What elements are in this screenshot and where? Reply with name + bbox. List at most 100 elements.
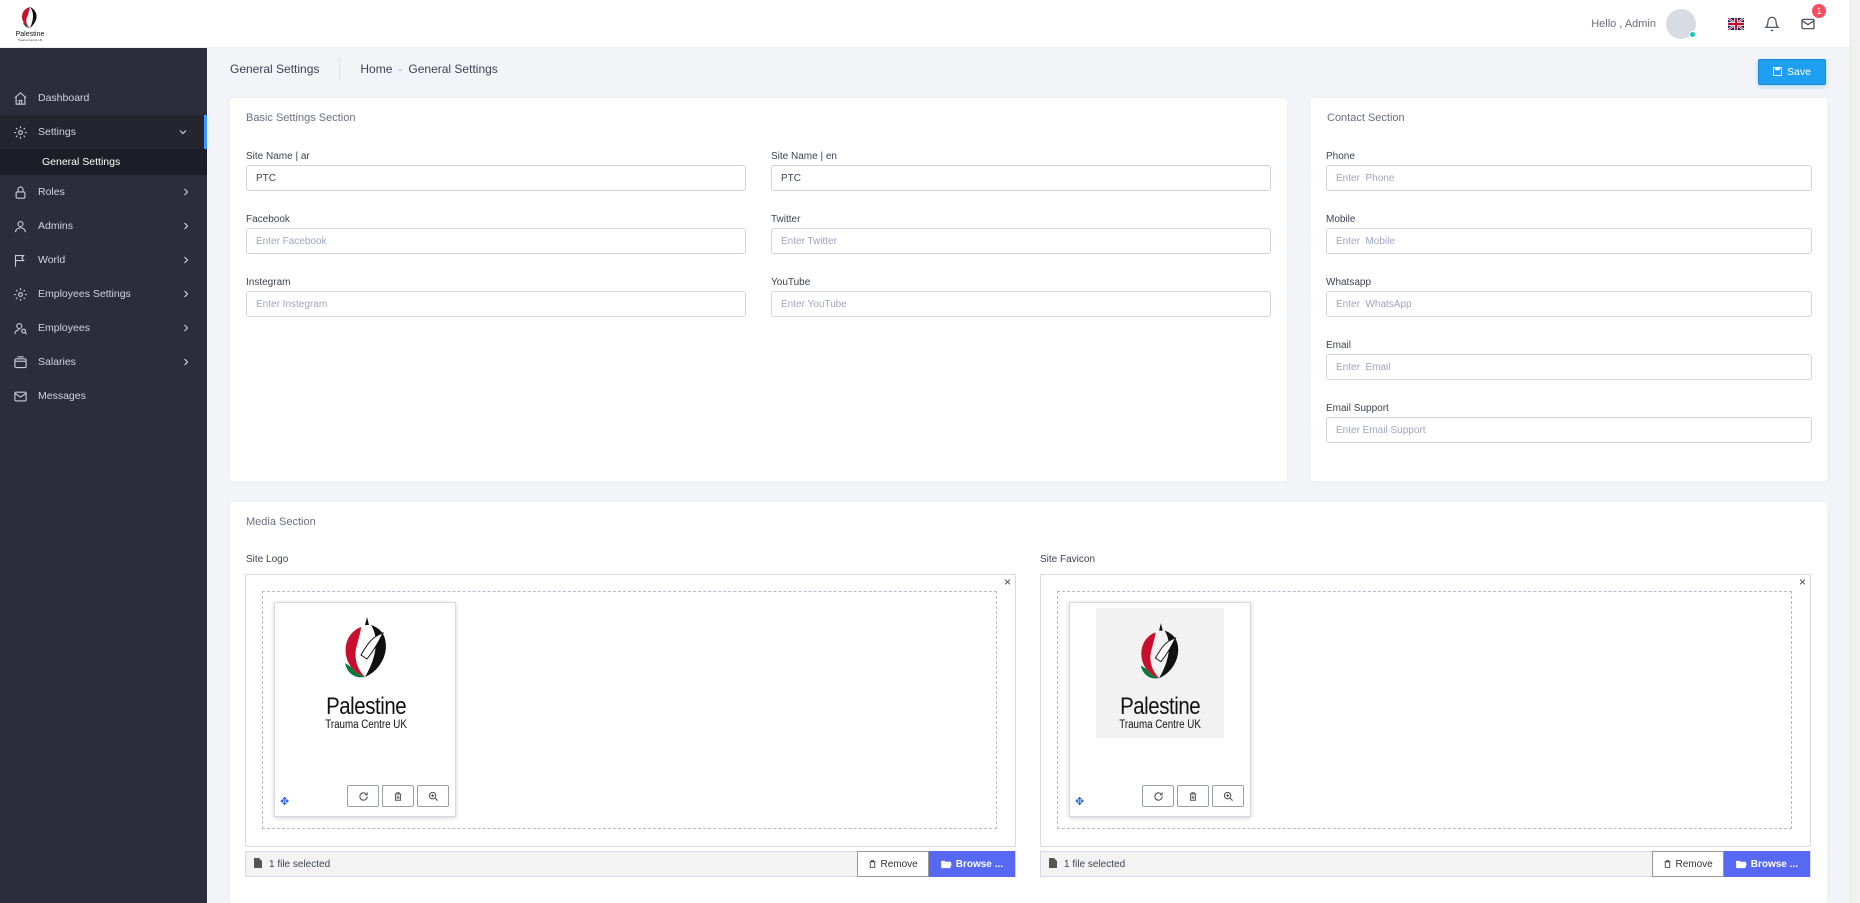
breadcrumb-home[interactable]: Home <box>360 62 392 76</box>
phone-input[interactable] <box>1326 165 1812 191</box>
site-favicon-thumbnail: Palestine Trauma Centre UK ✥ <box>1069 602 1251 817</box>
page-title: General Settings <box>230 58 341 80</box>
avatar[interactable] <box>1666 9 1696 39</box>
breadcrumb: Home - General Settings <box>360 62 497 76</box>
site-favicon-file-caption: 1 file selected <box>1041 857 1652 871</box>
instagram-group: Instegram <box>246 277 746 317</box>
remove-label: Remove <box>1675 858 1713 870</box>
whatsapp-label: Whatsapp <box>1326 277 1372 288</box>
envelope-icon <box>13 388 29 404</box>
media-card: Media Section Site Logo × Palestine Trau… <box>230 502 1827 903</box>
sidebar-item-settings[interactable]: Settings <box>0 115 207 149</box>
envelope-icon <box>1801 18 1815 30</box>
thumbnail-tools <box>1142 785 1247 807</box>
trash-icon <box>394 791 402 801</box>
site-logo-close-icon[interactable]: × <box>1004 575 1011 589</box>
youtube-group: YouTube <box>771 277 1271 317</box>
rotate-icon <box>358 791 368 801</box>
twitter-input[interactable] <box>771 228 1271 254</box>
browse-label: Browse ... <box>1750 858 1798 870</box>
site-name-ar-input[interactable] <box>246 165 746 191</box>
site-name-ar-group: Site Name | ar <box>246 151 746 191</box>
site-favicon-remove-button[interactable]: Remove <box>1651 851 1724 877</box>
greeting-text: Hello , Admin <box>1591 18 1656 30</box>
site-favicon-caption-text: 1 file selected <box>1064 858 1126 870</box>
mobile-label: Mobile <box>1326 214 1356 225</box>
email-support-label: Email Support <box>1326 403 1389 414</box>
sidebar-item-dashboard[interactable]: Dashboard <box>0 81 207 115</box>
site-name-en-input[interactable] <box>771 165 1271 191</box>
facebook-input[interactable] <box>246 228 746 254</box>
file-icon <box>254 857 262 871</box>
logo-brand-name: Palestine <box>325 693 407 720</box>
facebook-label: Facebook <box>246 214 290 225</box>
site-name-en-label: Site Name | en <box>771 151 837 162</box>
sidebar-item-label: Roles <box>38 186 65 198</box>
sidebar-item-employees-settings[interactable]: Employees Settings <box>0 277 207 311</box>
vertical-scrollbar[interactable] <box>1850 0 1860 903</box>
whatsapp-input[interactable] <box>1326 291 1812 317</box>
delete-button[interactable] <box>382 785 414 807</box>
zoom-button[interactable] <box>417 785 449 807</box>
site-logo-browse-button[interactable]: Browse ... <box>928 851 1015 877</box>
site-logo-thumbnail: Palestine Trauma Centre UK ✥ <box>274 602 456 817</box>
sidebar-item-employees[interactable]: Employees <box>0 311 207 345</box>
chevron-down-icon <box>179 130 187 135</box>
zoom-button[interactable] <box>1212 785 1244 807</box>
sidebar-item-label: Employees Settings <box>38 288 131 300</box>
dove-emblem-icon <box>1140 623 1179 679</box>
youtube-label: YouTube <box>771 277 811 288</box>
rotate-icon <box>1153 791 1163 801</box>
instagram-label: Instegram <box>246 277 291 288</box>
sidebar-item-label: Salaries <box>38 356 76 368</box>
youtube-input[interactable] <box>771 291 1271 317</box>
email-group: Email <box>1326 340 1812 380</box>
sidebar-subitem-general-settings[interactable]: General Settings <box>0 149 207 175</box>
trash-icon <box>1664 860 1670 868</box>
sidebar-item-salaries[interactable]: Salaries <box>0 345 207 379</box>
mobile-group: Mobile <box>1326 214 1812 254</box>
save-button[interactable]: Save <box>1758 59 1826 85</box>
language-flag-button[interactable] <box>1718 0 1754 48</box>
chevron-right-icon <box>184 222 189 230</box>
sidebar-item-label: Admins <box>38 220 74 232</box>
sidebar-item-roles[interactable]: Roles <box>0 175 207 209</box>
trash-icon <box>1189 791 1197 801</box>
sidebar-item-world[interactable]: World <box>0 243 207 277</box>
breadcrumb-current: General Settings <box>408 62 498 76</box>
basic-settings-title: Basic Settings Section <box>246 112 356 124</box>
rotate-button[interactable] <box>1142 785 1174 807</box>
drag-handle-icon[interactable]: ✥ <box>1075 795 1084 808</box>
email-support-input[interactable] <box>1326 417 1812 443</box>
save-button-label: Save <box>1787 66 1811 78</box>
drag-handle-icon[interactable]: ✥ <box>280 795 289 808</box>
delete-button[interactable] <box>1177 785 1209 807</box>
media-title: Media Section <box>246 516 316 528</box>
sidebar-item-admins[interactable]: Admins <box>0 209 207 243</box>
mobile-input[interactable] <box>1326 228 1812 254</box>
phone-group: Phone <box>1326 151 1812 191</box>
email-input[interactable] <box>1326 354 1812 380</box>
favicon-brand-name: Palestine <box>1119 693 1201 720</box>
app-logo[interactable]: Palestine Trauma Centre UK <box>0 0 60 48</box>
uk-flag-icon <box>1728 18 1744 30</box>
site-favicon-browse-button[interactable]: Browse ... <box>1723 851 1810 877</box>
chevron-right-icon <box>184 256 189 264</box>
folder-open-icon <box>940 860 952 868</box>
online-status-dot <box>1689 31 1696 38</box>
instagram-input[interactable] <box>246 291 746 317</box>
site-favicon-close-icon[interactable]: × <box>1799 575 1806 589</box>
gear-icon <box>13 286 29 302</box>
site-logo-remove-button[interactable]: Remove <box>856 851 929 877</box>
messages-button[interactable]: 1 <box>1790 0 1826 48</box>
flag-icon <box>13 252 29 268</box>
twitter-group: Twitter <box>771 214 1271 254</box>
dove-emblem-icon <box>345 617 386 678</box>
sidebar-item-messages[interactable]: Messages <box>0 379 207 413</box>
site-logo-caption-text: 1 file selected <box>269 858 331 870</box>
rotate-button[interactable] <box>347 785 379 807</box>
email-label: Email <box>1326 340 1352 351</box>
lock-icon <box>13 184 29 200</box>
notifications-button[interactable] <box>1754 0 1790 48</box>
basic-settings-card: Basic Settings Section Site Name | ar Si… <box>230 98 1287 481</box>
